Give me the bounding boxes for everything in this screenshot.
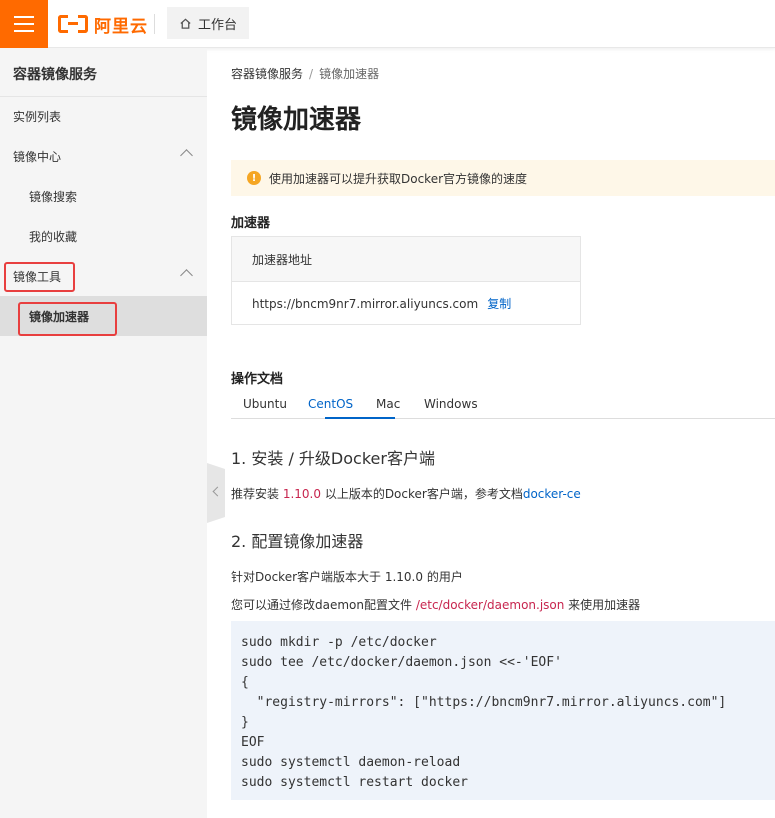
step2-line1: 针对Docker客户端版本大于 1.10.0 的用户 [231, 570, 463, 584]
sidebar-item-instance-list[interactable]: 实例列表 [0, 96, 207, 136]
copy-button[interactable]: 复制 [487, 295, 511, 312]
aliyun-logo[interactable]: 阿里云 [58, 12, 148, 37]
sidebar-item-label: 实例列表 [13, 109, 62, 124]
tab-centos[interactable]: CentOS [308, 397, 353, 411]
home-icon [180, 17, 191, 29]
info-alert: ! 使用加速器可以提升获取Docker官方镜像的速度 [231, 160, 775, 196]
sidebar-item-my-favorites[interactable]: 我的收藏 [0, 216, 207, 256]
step2-line2: 您可以通过修改daemon配置文件 /etc/docker/daemon.jso… [231, 596, 640, 613]
tab-windows[interactable]: Windows [424, 397, 478, 411]
step1-text-a: 推荐安装 [231, 487, 283, 501]
sidebar-item-label: 我的收藏 [29, 229, 78, 244]
accelerator-table-row: https://bncm9nr7.mirror.aliyuncs.com 复制 [232, 282, 580, 325]
accelerator-section-title: 加速器 [231, 216, 271, 231]
chevron-left-icon [212, 486, 223, 497]
active-tab-indicator [325, 417, 395, 419]
sidebar-item-label: 镜像中心 [13, 149, 62, 164]
sidebar-collapse-button[interactable] [207, 463, 225, 523]
brand-name: 阿里云 [94, 16, 148, 37]
config-path: /etc/docker/daemon.json [415, 598, 565, 612]
sidebar-item-image-search[interactable]: 镜像搜索 [0, 176, 207, 216]
sidebar-item-image-accelerator[interactable]: 镜像加速器 [0, 296, 207, 336]
breadcrumb-root[interactable]: 容器镜像服务 [231, 67, 303, 81]
docker-ce-link[interactable]: docker-ce [523, 487, 581, 501]
tab-mac[interactable]: Mac [376, 397, 400, 411]
page-title: 镜像加速器 [231, 105, 362, 135]
breadcrumb: 容器镜像服务 / 镜像加速器 [231, 65, 379, 82]
accelerator-table: 加速器地址 https://bncm9nr7.mirror.aliyuncs.c… [231, 236, 581, 325]
chevron-up-icon [180, 269, 193, 282]
menu-icon[interactable] [0, 0, 48, 48]
alert-text: 使用加速器可以提升获取Docker官方镜像的速度 [269, 171, 528, 186]
tab-ubuntu[interactable]: Ubuntu [243, 397, 287, 411]
step2-heading: 2. 配置镜像加速器 [231, 532, 364, 551]
docs-section-title: 操作文档 [231, 372, 284, 387]
version-number: 1.10.0 [282, 487, 321, 501]
step1-text-b: 以上版本的Docker客户端，参考文档 [321, 487, 523, 501]
sidebar: 容器镜像服务 实例列表 镜像中心 镜像搜索 我的收藏 镜像工具 镜像加速器 [0, 48, 207, 818]
sidebar-title: 容器镜像服务 [13, 67, 97, 83]
accelerator-table-header: 加速器地址 [232, 237, 580, 282]
top-divider [154, 14, 155, 34]
chevron-up-icon [180, 149, 193, 162]
aliyun-logo-icon [58, 15, 88, 33]
workbench-label: 工作台 [197, 17, 237, 33]
step1-text: 推荐安装 1.10.0 以上版本的Docker客户端，参考文档docker-ce [231, 485, 581, 502]
accelerator-address: https://bncm9nr7.mirror.aliyuncs.com [252, 296, 479, 311]
breadcrumb-separator: / [309, 67, 314, 81]
warning-icon: ! [247, 171, 261, 185]
step2-line2-a: 您可以通过修改daemon配置文件 [231, 598, 416, 612]
sidebar-item-label: 镜像工具 [13, 269, 62, 284]
step1-heading: 1. 安装 / 升级Docker客户端 [231, 449, 435, 468]
sidebar-item-label: 镜像加速器 [29, 309, 90, 324]
sidebar-item-image-center[interactable]: 镜像中心 [0, 136, 207, 176]
sidebar-item-label: 镜像搜索 [29, 189, 78, 204]
step2-line2-b: 来使用加速器 [564, 598, 641, 612]
breadcrumb-current: 镜像加速器 [319, 67, 380, 81]
sidebar-item-image-tools[interactable]: 镜像工具 [0, 256, 207, 296]
code-block[interactable]: sudo mkdir -p /etc/docker sudo tee /etc/… [231, 621, 775, 800]
top-bar: 阿里云 工作台 [0, 0, 775, 48]
main-content: 容器镜像服务 / 镜像加速器 镜像加速器 ! 使用加速器可以提升获取Docker官方… [231, 48, 775, 818]
os-tabs: Ubuntu CentOS Mac Windows [231, 392, 775, 419]
workbench-button[interactable]: 工作台 [167, 7, 249, 39]
